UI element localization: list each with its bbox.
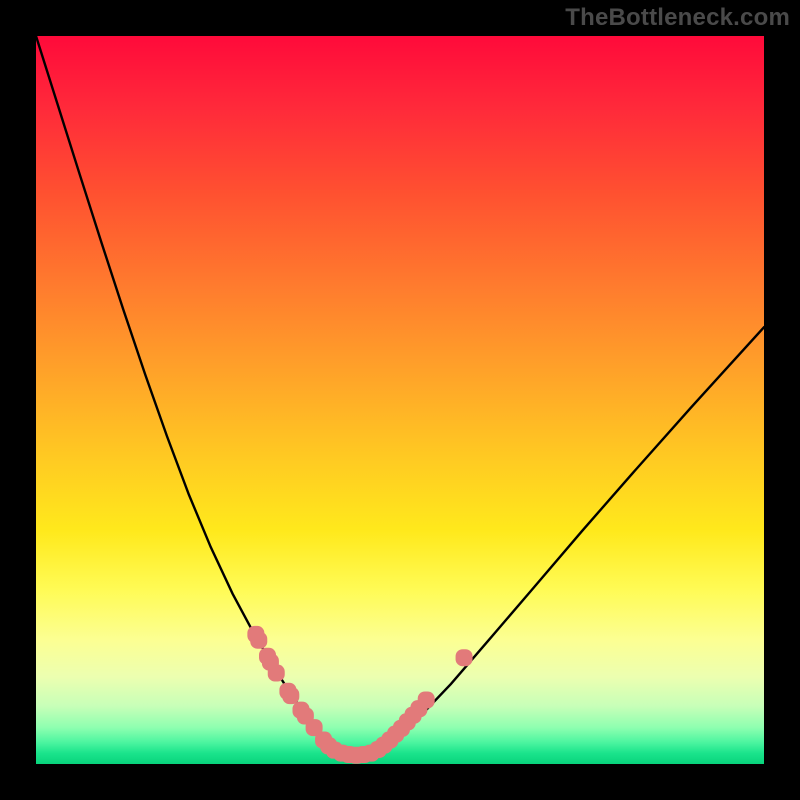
chart-svg xyxy=(36,36,764,764)
plot-area xyxy=(36,36,764,764)
data-marker xyxy=(456,649,473,666)
chart-frame: TheBottleneck.com xyxy=(0,0,800,800)
data-marker xyxy=(282,687,299,704)
watermark-text: TheBottleneck.com xyxy=(565,4,790,32)
data-marker xyxy=(418,691,435,708)
data-marker xyxy=(268,665,285,682)
bottleneck-curve xyxy=(36,36,764,755)
data-marker xyxy=(250,632,267,649)
marker-layer xyxy=(247,626,472,764)
